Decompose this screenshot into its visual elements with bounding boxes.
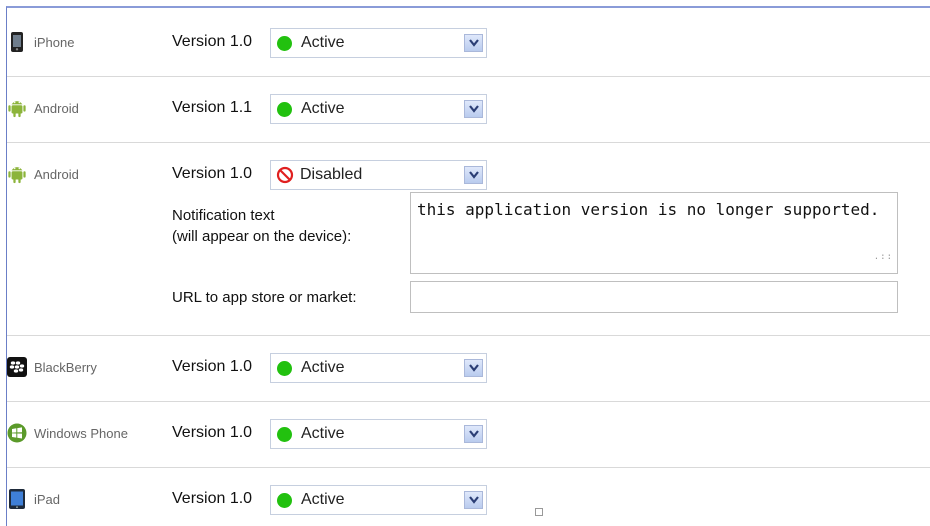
row-divider xyxy=(7,401,930,402)
notification-text-area[interactable]: this application version is no longer su… xyxy=(410,192,898,274)
status-value: Active xyxy=(301,34,345,51)
platform-cell: iPad xyxy=(7,489,60,509)
status-select[interactable]: Active xyxy=(270,485,487,515)
status-value: Active xyxy=(301,100,345,117)
row-divider xyxy=(7,76,930,77)
status-select[interactable]: Disabled xyxy=(270,160,487,190)
windows-phone-icon xyxy=(7,423,27,443)
status-select[interactable]: Active xyxy=(270,28,487,58)
status-value: Active xyxy=(301,491,345,508)
status-value: Active xyxy=(301,425,345,442)
platform-cell: Windows Phone xyxy=(7,423,128,443)
status-select[interactable]: Active xyxy=(270,94,487,124)
android-icon xyxy=(7,98,27,118)
small-checkbox[interactable] xyxy=(535,508,543,516)
disabled-status-icon xyxy=(276,166,294,184)
status-select[interactable]: Active xyxy=(270,419,487,449)
platform-name: Windows Phone xyxy=(34,425,128,441)
platform-name: iPhone xyxy=(34,34,75,50)
version-label: Version 1.0 xyxy=(172,424,253,441)
status-value: Disabled xyxy=(300,166,363,183)
platform-cell: Android xyxy=(7,164,79,184)
version-label: Version 1.1 xyxy=(172,99,253,116)
platform-cell: Android xyxy=(7,98,79,118)
active-status-icon xyxy=(277,35,292,51)
platform-cell: iPhone xyxy=(7,32,74,52)
platform-name: Android xyxy=(34,100,79,116)
active-status-icon xyxy=(277,101,292,117)
chevron-down-icon[interactable] xyxy=(464,166,483,184)
row-divider xyxy=(7,335,930,336)
chevron-down-icon[interactable] xyxy=(464,491,483,509)
row-divider xyxy=(7,142,930,143)
active-status-icon xyxy=(277,492,292,508)
android-icon xyxy=(7,164,27,184)
row-divider xyxy=(7,467,930,468)
url-label: URL to app store or market: xyxy=(172,289,357,306)
chevron-down-icon[interactable] xyxy=(464,425,483,443)
status-value: Active xyxy=(301,359,345,376)
resize-grip-icon[interactable]: .:: xyxy=(874,245,893,270)
platform-cell: BlackBerry xyxy=(7,357,97,377)
status-select[interactable]: Active xyxy=(270,353,487,383)
version-label: Version 1.0 xyxy=(172,490,253,507)
chevron-down-icon[interactable] xyxy=(464,359,483,377)
chevron-down-icon[interactable] xyxy=(464,100,483,118)
ipad-icon xyxy=(7,489,27,509)
notification-text-value: this application version is no longer su… xyxy=(417,200,880,219)
active-status-icon xyxy=(277,360,292,376)
platform-name: BlackBerry xyxy=(34,359,97,375)
platform-name: Android xyxy=(34,166,79,182)
app-store-url-input[interactable] xyxy=(410,281,898,313)
blackberry-icon xyxy=(7,357,27,377)
version-label: Version 1.0 xyxy=(172,33,253,50)
iphone-icon xyxy=(7,32,27,52)
chevron-down-icon[interactable] xyxy=(464,34,483,52)
platform-name: iPad xyxy=(34,491,61,507)
notification-text-label: Notification text (will appear on the de… xyxy=(172,207,352,245)
version-label: Version 1.0 xyxy=(172,358,253,375)
version-label: Version 1.0 xyxy=(172,165,253,182)
active-status-icon xyxy=(277,426,292,442)
